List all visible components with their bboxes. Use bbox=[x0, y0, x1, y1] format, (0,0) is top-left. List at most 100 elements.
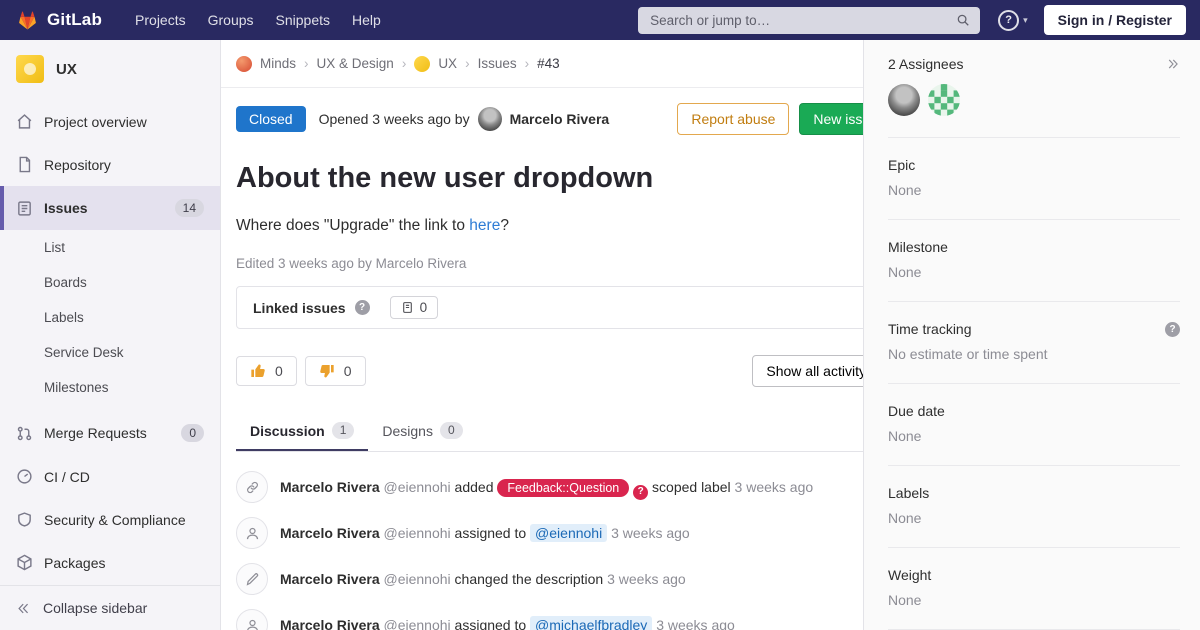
nav-item-help[interactable]: Help bbox=[341, 2, 392, 38]
user-mention-link[interactable]: @michaelfbradley bbox=[530, 616, 652, 630]
sign-in-button[interactable]: Sign in / Register bbox=[1044, 5, 1186, 35]
search-icon[interactable] bbox=[956, 13, 970, 27]
weight-section[interactable]: Weight None bbox=[888, 548, 1180, 630]
sidebar-item-list[interactable]: List bbox=[0, 230, 220, 265]
note-timestamp[interactable]: 3 weeks ago bbox=[735, 479, 814, 495]
user-mention-link[interactable]: @eiennohi bbox=[530, 524, 607, 542]
breadcrumb-issue-number[interactable]: #43 bbox=[537, 56, 560, 71]
breadcrumb-separator-icon: › bbox=[402, 56, 407, 71]
left-sidebar: UX Project overview Repository Issues 14… bbox=[0, 40, 221, 630]
sidebar-item-security-compliance[interactable]: Security & Compliance bbox=[0, 498, 220, 541]
discussion-count-badge: 1 bbox=[332, 422, 355, 439]
breadcrumb-ux-design[interactable]: UX & Design bbox=[317, 56, 394, 71]
linked-issues-card: Linked issues ? 0 bbox=[236, 286, 892, 329]
author-name[interactable]: Marcelo Rivera bbox=[510, 111, 610, 127]
sidebar-item-repository[interactable]: Repository bbox=[0, 143, 220, 186]
header-actions: Report abuse New issue bbox=[677, 103, 892, 135]
issue-description: Where does "Upgrade" the link to here? bbox=[236, 217, 892, 235]
breadcrumb-issues[interactable]: Issues bbox=[478, 56, 517, 71]
repository-icon bbox=[16, 156, 33, 173]
package-icon bbox=[16, 554, 33, 571]
nav-item-groups[interactable]: Groups bbox=[197, 2, 265, 38]
global-search bbox=[638, 7, 980, 34]
sidebar-item-merge-requests[interactable]: Merge Requests 0 bbox=[0, 411, 220, 455]
search-input[interactable] bbox=[648, 12, 948, 29]
thumbs-down-button[interactable]: 0 bbox=[305, 356, 366, 386]
note-author[interactable]: Marcelo Rivera bbox=[280, 479, 380, 495]
top-navbar: GitLab Projects Groups Snippets Help ? ▾… bbox=[0, 0, 1200, 40]
breadcrumb-ux[interactable]: UX bbox=[438, 56, 457, 71]
breadcrumb-separator-icon: › bbox=[304, 56, 309, 71]
assignee-avatar[interactable] bbox=[888, 84, 920, 116]
home-icon bbox=[16, 113, 33, 130]
time-tracking-help-icon[interactable]: ? bbox=[1165, 322, 1180, 337]
issues-icon bbox=[16, 200, 33, 217]
navbar-menu: Projects Groups Snippets Help bbox=[124, 2, 392, 38]
help-dropdown[interactable]: ? ▾ bbox=[998, 10, 1028, 31]
note-author[interactable]: Marcelo Rivera bbox=[280, 525, 380, 541]
project-avatar-ux[interactable] bbox=[414, 56, 430, 72]
sidebar-item-packages[interactable]: Packages bbox=[0, 541, 220, 584]
milestone-section[interactable]: Milestone None bbox=[888, 220, 1180, 302]
thumbs-up-button[interactable]: 0 bbox=[236, 356, 297, 386]
shield-icon bbox=[16, 511, 33, 528]
sidebar-item-issues[interactable]: Issues 14 bbox=[0, 186, 220, 230]
nav-item-projects[interactable]: Projects bbox=[124, 2, 197, 38]
assignees-title: 2 Assignees bbox=[888, 56, 964, 72]
sidebar-item-labels[interactable]: Labels bbox=[0, 300, 220, 335]
breadcrumb-separator-icon: › bbox=[525, 56, 530, 71]
due-date-section[interactable]: Due date None bbox=[888, 384, 1180, 466]
project-avatar[interactable] bbox=[16, 55, 44, 83]
tab-discussion[interactable]: Discussion 1 bbox=[236, 410, 368, 451]
note-timestamp[interactable]: 3 weeks ago bbox=[607, 571, 686, 587]
question-circle-icon: ? bbox=[998, 10, 1019, 31]
sidebar-item-ci-cd[interactable]: CI / CD bbox=[0, 455, 220, 498]
status-badge: Closed bbox=[236, 106, 306, 132]
issues-count-badge: 14 bbox=[175, 199, 204, 217]
tab-designs[interactable]: Designs 0 bbox=[368, 410, 476, 451]
note-handle: @eiennohi bbox=[384, 525, 451, 541]
author-avatar[interactable] bbox=[478, 107, 502, 131]
collapse-sidebar-button[interactable]: Collapse sidebar bbox=[0, 585, 220, 630]
collapse-right-sidebar-icon[interactable] bbox=[1166, 57, 1180, 71]
system-note-label-added: Marcelo Rivera @eiennohi added Feedback:… bbox=[236, 471, 892, 503]
gitlab-issue-page: GitLab Projects Groups Snippets Help ? ▾… bbox=[0, 0, 1200, 630]
epic-section[interactable]: Epic None bbox=[888, 138, 1180, 220]
help-question-icon[interactable]: ? bbox=[355, 300, 370, 315]
note-timestamp[interactable]: 3 weeks ago bbox=[611, 525, 690, 541]
assignee-avatar[interactable] bbox=[928, 84, 960, 116]
gitlab-logo[interactable]: GitLab bbox=[16, 9, 102, 32]
sidebar-item-project-overview[interactable]: Project overview bbox=[0, 100, 220, 143]
weight-value: None bbox=[888, 592, 1180, 608]
report-abuse-button[interactable]: Report abuse bbox=[677, 103, 789, 135]
project-name[interactable]: UX bbox=[56, 61, 77, 78]
scoped-label-help-icon[interactable]: ? bbox=[633, 485, 648, 500]
thumbs-down-icon bbox=[319, 363, 335, 379]
labels-section[interactable]: Labels None bbox=[888, 466, 1180, 548]
group-avatar-minds[interactable] bbox=[236, 56, 252, 72]
issue-right-sidebar: 2 Assignees bbox=[863, 40, 1200, 630]
description-link[interactable]: here bbox=[469, 217, 500, 234]
awards-row: 0 0 Show all activity▾ bbox=[236, 355, 892, 387]
chevron-down-icon: ▾ bbox=[1023, 15, 1028, 26]
time-tracking-title: Time tracking bbox=[888, 321, 972, 337]
designs-count-badge: 0 bbox=[440, 422, 463, 439]
linked-issues-count[interactable]: 0 bbox=[390, 296, 439, 319]
due-date-title: Due date bbox=[888, 403, 1180, 419]
sidebar-item-boards[interactable]: Boards bbox=[0, 265, 220, 300]
epic-title: Epic bbox=[888, 157, 1180, 173]
sidebar-item-service-desk[interactable]: Service Desk bbox=[0, 335, 220, 370]
nav-item-snippets[interactable]: Snippets bbox=[265, 2, 341, 38]
note-timestamp[interactable]: 3 weeks ago bbox=[656, 617, 735, 630]
time-tracking-section: Time tracking ? No estimate or time spen… bbox=[888, 302, 1180, 384]
note-author[interactable]: Marcelo Rivera bbox=[280, 617, 380, 630]
due-date-value: None bbox=[888, 428, 1180, 444]
note-author[interactable]: Marcelo Rivera bbox=[280, 571, 380, 587]
main-content: Minds › UX & Design › UX › Issues › #43 … bbox=[220, 40, 908, 630]
sidebar-nav: Project overview Repository Issues 14 Li… bbox=[0, 100, 220, 584]
time-tracking-value: No estimate or time spent bbox=[888, 346, 1180, 362]
epic-value: None bbox=[888, 182, 1180, 198]
sidebar-item-milestones[interactable]: Milestones bbox=[0, 370, 220, 405]
breadcrumb-minds[interactable]: Minds bbox=[260, 56, 296, 71]
scoped-label-pill[interactable]: Feedback::Question bbox=[497, 479, 629, 497]
